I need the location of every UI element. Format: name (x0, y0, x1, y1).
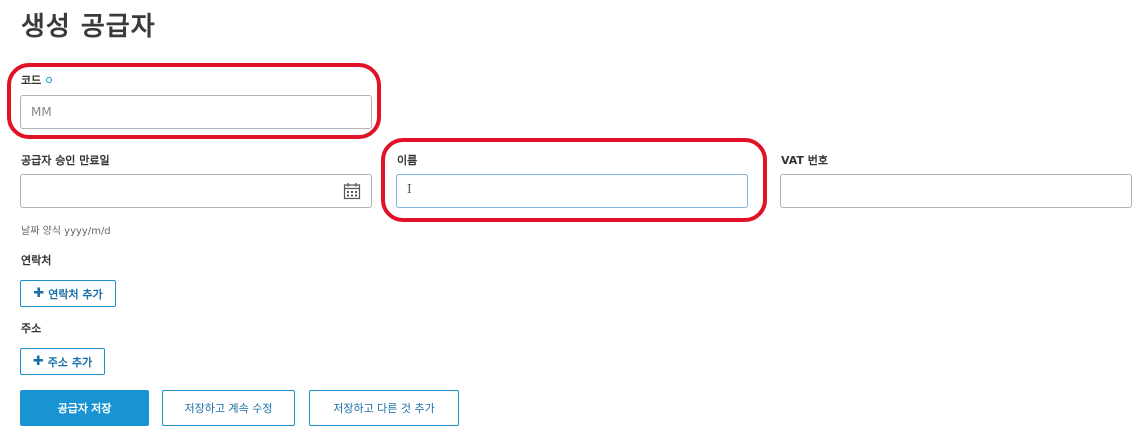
add-contact-button[interactable]: ✚ 연락처 추가 (20, 280, 116, 307)
plus-icon: ✚ (32, 354, 44, 369)
name-label: 이름 (397, 154, 418, 167)
code-label: 코드 (21, 72, 53, 88)
address-label: 주소 (21, 322, 42, 335)
date-format-hint: 날짜 양식 yyyy/m/d (21, 226, 111, 237)
save-continue-button[interactable]: 저장하고 계속 수정 (162, 390, 295, 426)
text-cursor-icon: I (407, 182, 412, 196)
approval-expiry-input[interactable] (20, 174, 372, 208)
vat-label: VAT 번호 (781, 154, 828, 167)
add-address-button[interactable]: ✚ 주소 추가 (20, 348, 105, 375)
contacts-label: 연락처 (21, 254, 52, 267)
required-indicator-icon (46, 77, 53, 83)
code-input[interactable] (20, 95, 372, 129)
vat-input[interactable] (780, 174, 1132, 208)
approval-expiry-label: 공급자 승인 만료일 (21, 154, 110, 167)
add-contact-label: 연락처 추가 (48, 287, 103, 301)
plus-icon: ✚ (33, 286, 45, 301)
save-supplier-button[interactable]: 공급자 저장 (20, 390, 149, 426)
code-label-text: 코드 (21, 74, 42, 87)
save-add-another-button[interactable]: 저장하고 다른 것 추가 (309, 390, 459, 426)
name-input[interactable] (396, 174, 748, 208)
add-address-label: 주소 추가 (47, 355, 93, 369)
page-title: 생성 공급자 (21, 12, 156, 42)
calendar-icon[interactable] (343, 182, 361, 200)
